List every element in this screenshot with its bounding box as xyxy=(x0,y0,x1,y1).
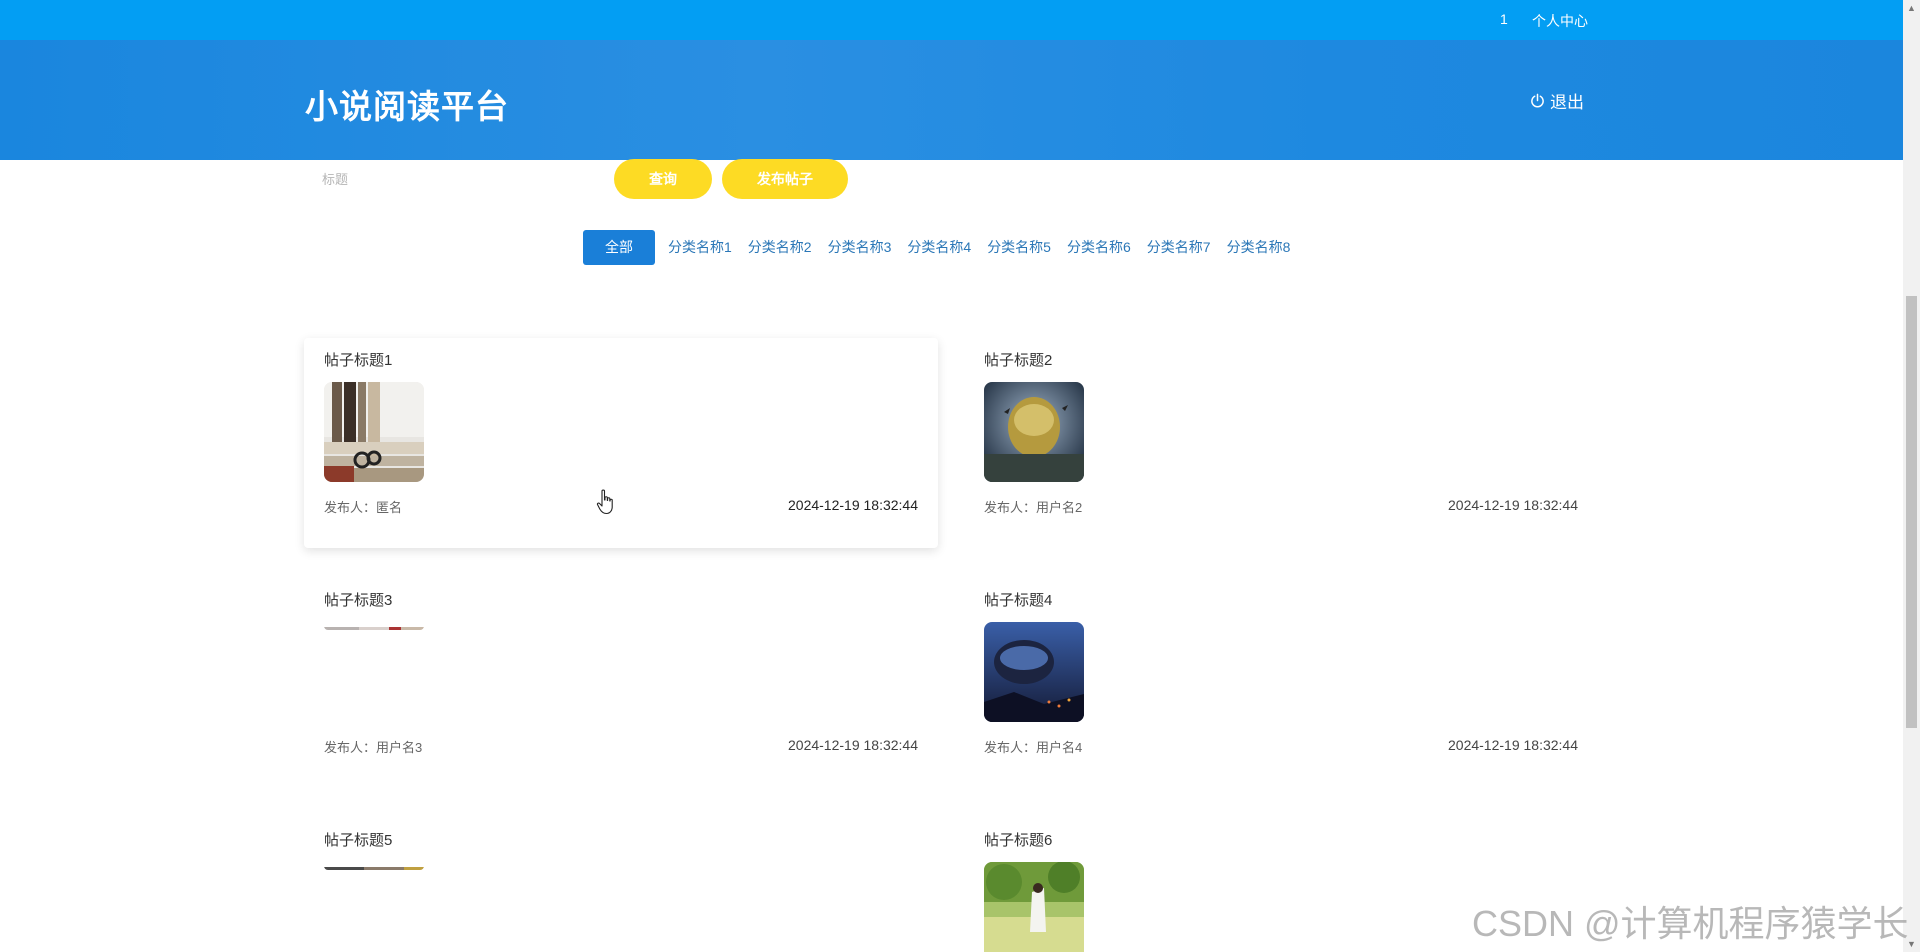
post-thumbnail[interactable] xyxy=(324,622,424,630)
post-card[interactable]: 帖子标题3 发布人：用户名3 2024-12-19 18:32:44 xyxy=(304,578,938,788)
post-author: 发布人：用户名3 xyxy=(324,740,423,755)
post-thumbnail[interactable] xyxy=(324,862,424,870)
category-tabs: 全部 分类名称1 分类名称2 分类名称3 分类名称4 分类名称5 分类名称6 分… xyxy=(583,230,1298,265)
tab-category-4[interactable]: 分类名称4 xyxy=(899,230,979,265)
tab-category-7[interactable]: 分类名称7 xyxy=(1139,230,1219,265)
scroll-up-icon[interactable]: ▲ xyxy=(1906,2,1917,14)
watermark: CSDN @计算机程序猿学长 xyxy=(1472,903,1909,944)
post-author: 发布人：用户名4 xyxy=(984,740,1083,755)
scrollbar-thumb[interactable] xyxy=(1906,296,1917,728)
post-time: 2024-12-19 18:32:44 xyxy=(1448,737,1578,753)
post-title: 帖子标题2 xyxy=(984,352,1053,369)
post-time: 2024-12-19 18:32:44 xyxy=(1448,497,1578,513)
user-count: 1 xyxy=(1500,11,1508,27)
hand-cursor-icon xyxy=(596,489,613,515)
title-search-input[interactable] xyxy=(320,166,604,192)
post-title: 帖子标题4 xyxy=(984,592,1053,609)
post-thumbnail[interactable] xyxy=(984,382,1084,482)
tab-category-5[interactable]: 分类名称5 xyxy=(979,230,1059,265)
post-thumbnail[interactable] xyxy=(324,382,424,482)
power-icon xyxy=(1531,93,1544,108)
post-card[interactable]: 帖子标题4 发布人：用户名4 2024-12-19 18:32:44 xyxy=(964,578,1598,788)
post-card[interactable]: 帖子标题1 发布人：匿名 2024-12-19 18:32:44 xyxy=(304,338,938,548)
tab-category-8[interactable]: 分类名称8 xyxy=(1219,230,1299,265)
post-card[interactable]: 帖子标题2 发布人：用户名2 2024-12-19 18:32:44 xyxy=(964,338,1598,548)
tab-category-1[interactable]: 分类名称1 xyxy=(660,230,740,265)
top-bar: 1 个人中心 xyxy=(0,0,1903,40)
post-title: 帖子标题5 xyxy=(324,832,393,849)
post-title: 帖子标题6 xyxy=(984,832,1053,849)
post-thumbnail[interactable] xyxy=(984,622,1084,722)
post-card[interactable]: 帖子标题5 xyxy=(304,818,938,952)
post-time: 2024-12-19 18:32:44 xyxy=(788,737,918,753)
query-button[interactable]: 查询 xyxy=(614,159,712,199)
logout-label: 退出 xyxy=(1550,93,1584,112)
tab-category-3[interactable]: 分类名称3 xyxy=(820,230,900,265)
post-title: 帖子标题1 xyxy=(324,352,393,369)
publish-post-button[interactable]: 发布帖子 xyxy=(722,159,848,199)
logout-button[interactable]: 退出 xyxy=(1530,88,1584,113)
site-title: 小说阅读平台 xyxy=(305,88,509,125)
tab-category-2[interactable]: 分类名称2 xyxy=(740,230,820,265)
post-author: 发布人：用户名2 xyxy=(984,500,1083,515)
post-thumbnail[interactable] xyxy=(984,862,1084,952)
tab-category-6[interactable]: 分类名称6 xyxy=(1059,230,1139,265)
post-author: 发布人：匿名 xyxy=(324,500,403,515)
user-center-link[interactable]: 个人中心 xyxy=(1532,11,1588,31)
tab-all[interactable]: 全部 xyxy=(583,230,655,265)
site-header: 小说阅读平台 退出 xyxy=(0,40,1903,160)
post-time: 2024-12-19 18:32:44 xyxy=(788,497,918,513)
post-title: 帖子标题3 xyxy=(324,592,393,609)
